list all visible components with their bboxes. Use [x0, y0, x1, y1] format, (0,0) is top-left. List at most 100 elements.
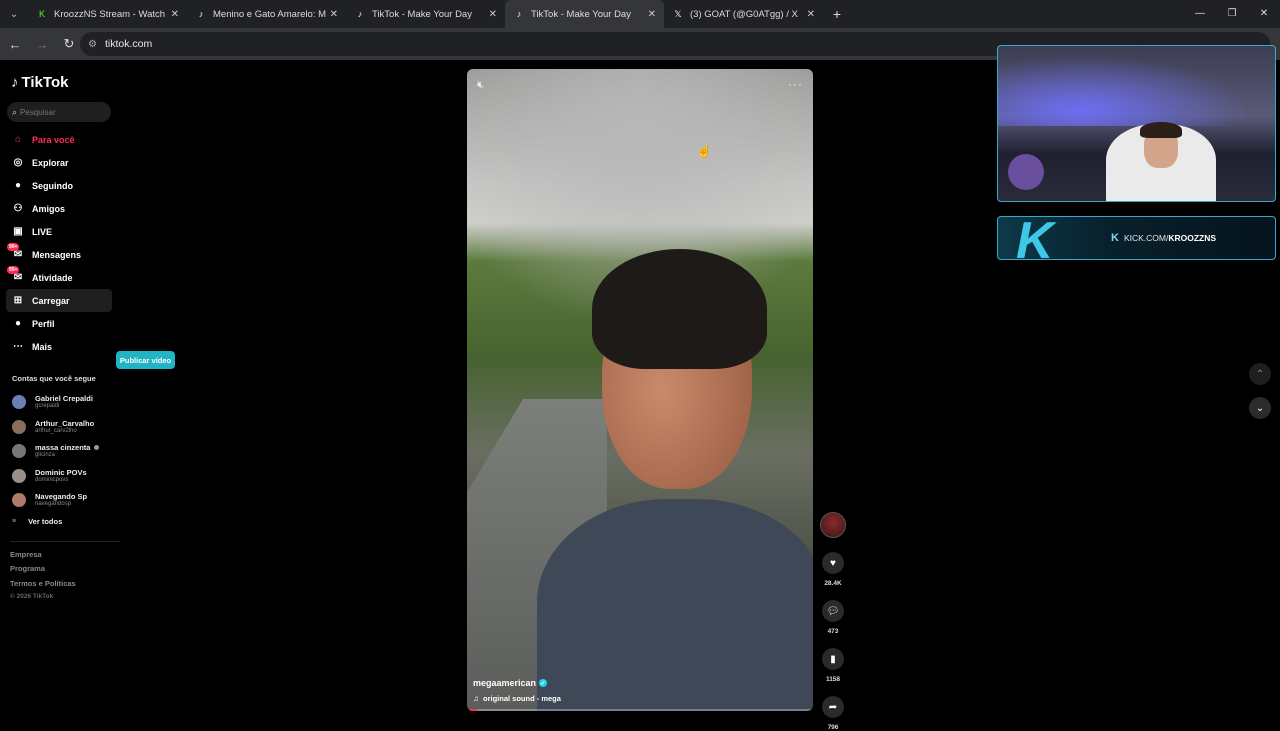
following-account[interactable]: Dominic POVs dominicpovs: [12, 464, 182, 489]
following-account[interactable]: Gabriel Crepaldi gcrepaldi: [12, 390, 182, 415]
sidebar-item-compass[interactable]: ◎ Explorar: [6, 151, 186, 174]
sidebar-item-live[interactable]: ▣ LIVE: [6, 220, 186, 243]
share-action[interactable]: ➦ 796: [819, 696, 847, 731]
tab-title: Menino e Gato Amarelo: Mome: [213, 8, 326, 20]
tab-search-icon[interactable]: ⌄: [0, 0, 28, 28]
close-tab-icon[interactable]: ✕: [171, 9, 179, 20]
kick-icon: K: [38, 9, 45, 19]
video-subject: [537, 249, 813, 711]
save-count: 1158: [825, 676, 841, 683]
kick-small-icon: K: [1111, 232, 1119, 244]
following-account[interactable]: Navegando Sp navegandosp: [12, 488, 182, 513]
search-icon: ⌕: [12, 106, 18, 117]
close-tab-icon[interactable]: ✕: [648, 9, 656, 20]
streamer-hair: [1140, 122, 1182, 138]
video-author[interactable]: megaamerican ✓: [473, 678, 548, 688]
following-account[interactable]: massa cinzenta glicinza: [12, 439, 182, 464]
sidebar-item-activity[interactable]: ✉ 99+ Atividade: [6, 265, 186, 289]
close-tab-icon[interactable]: ✕: [489, 9, 497, 20]
sidebar-item-messages[interactable]: ✉ 99+ Mensagens: [6, 242, 186, 266]
notification-badge: 99+: [7, 265, 20, 274]
previous-video-button[interactable]: ⌃: [1249, 363, 1271, 385]
browser-tab[interactable]: ♪ TikTok - Make Your Day ✕: [505, 0, 664, 28]
new-tab-button[interactable]: +: [823, 6, 851, 22]
back-icon[interactable]: ←: [3, 37, 27, 52]
share-icon[interactable]: ➦: [822, 696, 844, 718]
sidebar-item-label: Explorar: [32, 157, 69, 168]
account-handle: gcrepaldi: [35, 403, 60, 410]
avatar: [12, 395, 26, 410]
notification-badge: 99+: [7, 242, 20, 251]
more-options-icon[interactable]: ···: [788, 77, 803, 91]
footer-link-program[interactable]: Programa: [10, 564, 76, 578]
share-count: 796: [827, 724, 839, 731]
restore-icon[interactable]: ❐: [1216, 0, 1248, 28]
like-action[interactable]: ♥ 28.4K: [819, 552, 847, 587]
activity-icon: ✉ 99+: [7, 265, 23, 283]
close-window-icon[interactable]: ✕: [1248, 0, 1280, 28]
verified-icon: ✓: [539, 679, 548, 687]
account-name: Arthur_Carvalho: [35, 419, 94, 428]
footer-link-terms[interactable]: Termos e Políticas: [10, 579, 76, 593]
sidebar-item-label: Atividade: [32, 272, 73, 283]
profile-icon: ●: [14, 318, 22, 329]
browser-tab[interactable]: ♪ Menino e Gato Amarelo: Mome ✕: [187, 0, 346, 28]
sidebar-item-following[interactable]: ● Seguindo: [6, 174, 186, 197]
comment-icon[interactable]: 💬︎: [822, 600, 844, 622]
sidebar: ♪ TikTok ⌕ Pesquisar ⌂ Para você ◎ Explorar…: [0, 60, 190, 720]
account-handle: arthur_carv2lho: [35, 427, 77, 434]
footer-link-company[interactable]: Empresa: [10, 550, 76, 564]
avatar: [12, 493, 26, 508]
sidebar-item-upload[interactable]: ⊞ Carregar: [6, 289, 112, 312]
search-placeholder: Pesquisar: [20, 107, 56, 117]
sidebar-item-label: Seguindo: [32, 180, 73, 191]
close-tab-icon[interactable]: ✕: [807, 9, 815, 20]
next-video-button[interactable]: ⌄: [1249, 397, 1271, 419]
video-progress-bar[interactable]: [467, 709, 813, 711]
following-account[interactable]: Arthur_Carvalho arthur_carv2lho: [12, 415, 182, 440]
see-all-button[interactable]: ≡ Ver todos: [12, 517, 62, 526]
account-handle: glicinza: [35, 452, 56, 459]
tiktok-logo[interactable]: ♪ TikTok: [11, 74, 68, 91]
kick-url: K KICK.COM/KROOZZNS: [1111, 232, 1216, 244]
video-progress-fill: [467, 709, 478, 711]
sidebar-item-friends[interactable]: ⚇ Amigos: [6, 197, 186, 220]
site-info-icon[interactable]: ⚙: [88, 39, 97, 50]
muted-speaker-icon[interactable]: 🔇︎: [477, 79, 484, 92]
x-icon: 𝕏: [674, 8, 682, 19]
forward-icon[interactable]: →: [30, 37, 54, 52]
sidebar-item-home[interactable]: ⌂ Para você: [6, 128, 186, 151]
kick-banner: K K KICK.COM/KROOZZNS: [997, 216, 1276, 260]
avatar: [12, 419, 26, 434]
creator-avatar[interactable]: [820, 512, 846, 538]
shirt: [537, 499, 813, 711]
reload-icon[interactable]: ↻: [57, 36, 81, 52]
heart-icon[interactable]: ♥: [822, 552, 844, 574]
home-icon: ⌂: [14, 134, 22, 145]
account-name-text: massa cinzenta: [35, 443, 91, 453]
browser-tab[interactable]: ♪ TikTok - Make Your Day ✕: [346, 0, 505, 28]
browser-tab[interactable]: K KroozzNS Stream - Watch Live o ✕: [28, 0, 187, 28]
sidebar-item-label: Perfil: [32, 318, 55, 329]
minimize-icon[interactable]: —: [1184, 0, 1216, 28]
sidebar-item-label: Mensagens: [32, 249, 82, 260]
sidebar-item-label: Carregar: [32, 295, 70, 306]
bookmark-icon[interactable]: ▮: [822, 648, 844, 670]
browser-tab[interactable]: 𝕏 (3) GOAT (@G0ATgg) / X ✕: [664, 0, 823, 28]
hair: [592, 249, 767, 369]
video-sound[interactable]: ♫ original sound - mega: [473, 694, 561, 703]
search-input[interactable]: ⌕ Pesquisar: [7, 102, 111, 122]
comment-action[interactable]: 💬︎ 473: [819, 600, 847, 635]
publish-video-button[interactable]: Publicar vídeo: [116, 351, 175, 369]
video-player[interactable]: 🔇︎ ··· megaamerican ✓ ♫ original sound -…: [467, 69, 813, 711]
account-name: Navegando Sp: [35, 492, 87, 501]
live-icon: ▣: [13, 226, 23, 237]
divider: [10, 541, 120, 542]
close-tab-icon[interactable]: ✕: [330, 9, 338, 20]
sidebar-item-profile[interactable]: ● Perfil: [6, 312, 186, 335]
save-action[interactable]: ▮ 1158: [819, 648, 847, 683]
video-actions: ♥ 28.4K 💬︎ 473 ▮ 1158 ➦ 796: [819, 512, 847, 731]
chevron-up-icon: ⌃: [1255, 368, 1265, 380]
sidebar-nav: ⌂ Para você ◎ Explorar ● Seguindo ⚇ Amigos ▣ LIVE…: [6, 128, 186, 358]
window-controls: — ❐ ✕: [1184, 0, 1280, 28]
